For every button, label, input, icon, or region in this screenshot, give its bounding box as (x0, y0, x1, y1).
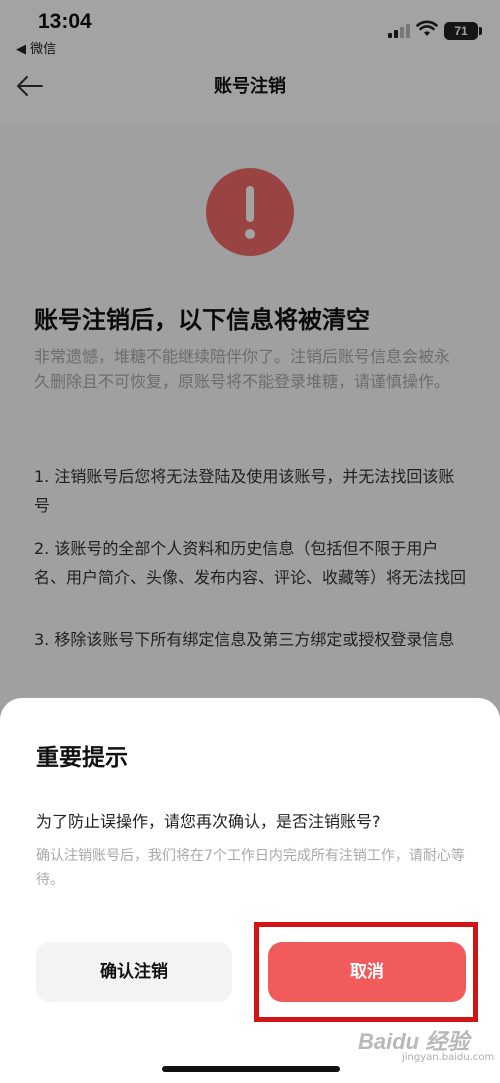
dialog-note: 确认注销账号后，我们将在7个工作日内完成所有注销工作，请耐心等待。 (36, 848, 465, 888)
dialog-question: 为了防止误操作，请您再次确认，是否注销账号? (36, 812, 381, 831)
confirm-deletion-button[interactable]: 确认注销 (36, 942, 232, 1002)
watermark-url: jingyan.baidu.com (402, 1052, 495, 1063)
confirm-bottom-sheet: 重要提示 为了防止误操作，请您再次确认，是否注销账号? 确认注销账号后，我们将在… (0, 698, 500, 1083)
cancel-button[interactable]: 取消 (268, 942, 466, 1002)
dialog-title: 重要提示 (36, 745, 128, 771)
home-indicator[interactable] (162, 1066, 340, 1072)
